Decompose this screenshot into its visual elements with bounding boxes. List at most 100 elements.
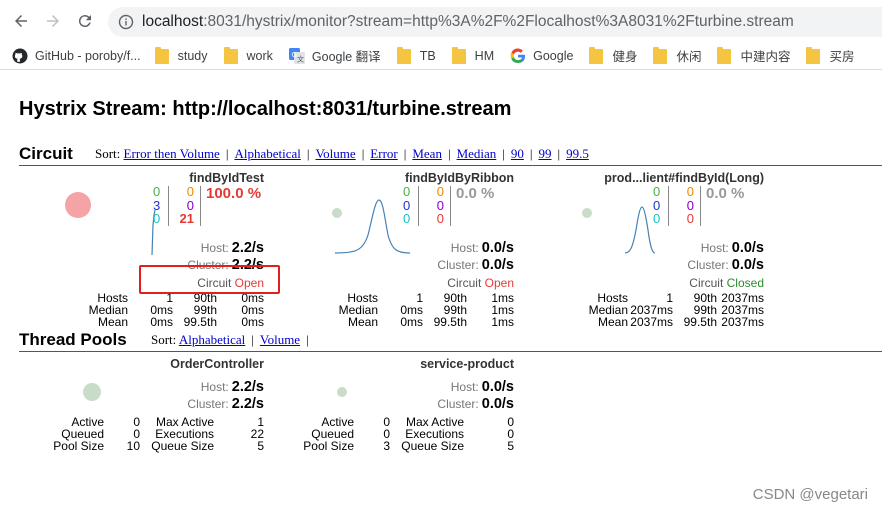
host-label: Host: <box>200 241 229 255</box>
bookmark-item[interactable]: 健身 <box>589 44 637 68</box>
bookmark-item[interactable]: 中建内容 <box>717 44 790 68</box>
sort-separator: | <box>529 146 533 161</box>
circuit-sparkline <box>624 195 656 262</box>
bookmark-item[interactable]: 休闲 <box>653 44 701 68</box>
bookmark-item[interactable]: TB <box>396 44 436 68</box>
circuit-status-line: Circuit Open <box>447 276 514 290</box>
threadpool-name: service-product <box>420 357 514 371</box>
host-value: 0.0/s <box>481 379 514 395</box>
bookmark-item[interactable]: study <box>154 44 208 68</box>
sort-option-alphabetical[interactable]: Alphabetical <box>234 146 300 161</box>
circuit-monitor: findByIdByRibbon 0 0 0 0 0 0 0.0 % Host: 0.0/s Clu… <box>264 171 514 331</box>
bookmark-label: TB <box>419 48 436 63</box>
stat-label: Pool Size <box>303 439 354 453</box>
circuit-name: prod...lient#findById(Long) <box>604 171 764 185</box>
stat-label: Queue Size <box>401 439 464 453</box>
error-rate: 0.0 % <box>706 185 745 202</box>
host-label: Host: <box>700 241 729 255</box>
sort-option-99-5[interactable]: 99.5 <box>566 146 589 161</box>
back-button[interactable] <box>10 10 32 32</box>
folder-icon <box>396 46 413 64</box>
cluster-label: Cluster: <box>187 397 229 411</box>
stat-label: Mean <box>597 315 628 329</box>
counter-divider <box>418 186 419 226</box>
sort-option-error-then-volume[interactable]: Error then Volume <box>124 146 220 161</box>
host-label: Host: <box>200 380 229 394</box>
stat-label: 99.5th <box>683 315 717 329</box>
error-rate: 100.0 % <box>206 185 262 202</box>
bookmarks-bar: GitHub - poroby/f... study work G 文 Google 翻译… <box>0 42 882 70</box>
counter-divider <box>700 186 701 226</box>
threadpool-monitor: OrderController Host: 2.2/s Cluster: 2.2/s Ac… <box>14 357 264 457</box>
google-translate-icon: G文 <box>288 47 305 64</box>
cluster-value: 0.0/s <box>481 396 514 412</box>
address-bar[interactable]: localhost:8031/hystrix/monitor?stream=ht… <box>108 7 882 37</box>
bookmark-item[interactable]: HM <box>451 44 494 68</box>
highlight-box <box>139 265 280 294</box>
cluster-label: Cluster: <box>687 258 729 272</box>
counter-value: 0 <box>153 184 161 199</box>
counters-group-b: 000 <box>424 185 444 226</box>
stat-value: 0ms <box>241 315 264 329</box>
page-title: Hystrix Stream: http://localhost:8031/tu… <box>19 98 512 120</box>
host-rate: Host: 0.0/s <box>451 379 514 395</box>
info-icon[interactable] <box>118 14 134 30</box>
counters-group-a: 000 <box>653 185 660 226</box>
sort-option-error[interactable]: Error <box>370 146 397 161</box>
bookmark-item[interactable]: GitHub - poroby/f... <box>12 44 141 68</box>
circuit-label: Circuit <box>689 276 727 290</box>
stat-value: 1ms <box>491 315 514 329</box>
sort-option-mean[interactable]: Mean <box>412 146 442 161</box>
counter-value: 3 <box>153 197 161 213</box>
bookmark-label: work <box>246 48 273 63</box>
sort-option-volume[interactable]: Volume <box>315 146 355 161</box>
arrow-right-icon <box>47 15 59 27</box>
circuit-status-line: Circuit Closed <box>689 276 764 290</box>
counter-value: 0 <box>153 211 161 226</box>
github-icon <box>12 48 28 64</box>
counter-value: 0 <box>653 184 661 199</box>
host-rate: Host: 2.2/s <box>201 240 264 256</box>
cluster-label: Cluster: <box>437 258 479 272</box>
counter-value: 0 <box>403 211 411 226</box>
sort-label: Sort: <box>151 332 177 347</box>
folder-icon <box>717 46 733 64</box>
bookmark-item[interactable]: work <box>223 44 273 68</box>
host-rate: Host: 0.0/s <box>451 240 514 256</box>
bookmark-label: Google <box>533 48 574 63</box>
threadpool-header: Thread Pools Sort: Alphabetical | Volume | <box>19 330 882 352</box>
stat-value: 3 <box>383 439 390 453</box>
sort-option-alphabetical[interactable]: Alphabetical <box>179 332 245 347</box>
forward-button[interactable] <box>42 10 64 32</box>
stat-label: 99.5th <box>183 315 217 329</box>
threadpool-sort: Sort: Alphabetical | Volume | <box>151 332 315 348</box>
stat-label: 99.5th <box>433 315 467 329</box>
host-label: Host: <box>450 380 479 394</box>
sort-option-median[interactable]: Median <box>457 146 497 161</box>
counter-divider <box>168 186 169 226</box>
stat-value: 2037ms <box>630 315 673 329</box>
bookmark-label: 中建内容 <box>740 50 791 64</box>
bookmark-item[interactable]: Google <box>510 44 573 68</box>
host-value: 0.0/s <box>731 240 764 256</box>
reload-button[interactable] <box>74 10 96 32</box>
bookmark-item[interactable]: 买房 <box>806 44 855 68</box>
sort-option-99[interactable]: 99 <box>539 146 552 161</box>
counter-value: 0 <box>436 211 444 226</box>
sort-separator: | <box>403 146 407 161</box>
bookmark-item[interactable]: G 文 Google 翻译 <box>288 44 381 68</box>
sort-option-volume[interactable]: Volume <box>260 332 300 347</box>
counter-value: 0 <box>403 197 411 213</box>
counter-divider <box>450 186 451 226</box>
sort-separator: | <box>361 146 365 161</box>
sort-option-90[interactable]: 90 <box>511 146 524 161</box>
circuit-label: Circuit <box>447 276 485 290</box>
sort-separator: | <box>306 146 310 161</box>
sort-separator: | <box>225 146 229 161</box>
counter-value: 0 <box>436 184 444 199</box>
counter-value: 0 <box>686 197 694 213</box>
circuit-sparkline <box>334 195 411 262</box>
circuit-status: Open <box>484 276 514 290</box>
counter-value: 0 <box>186 197 194 213</box>
circuit-header: Circuit Sort: Error then Volume | Alphabet… <box>19 144 882 166</box>
